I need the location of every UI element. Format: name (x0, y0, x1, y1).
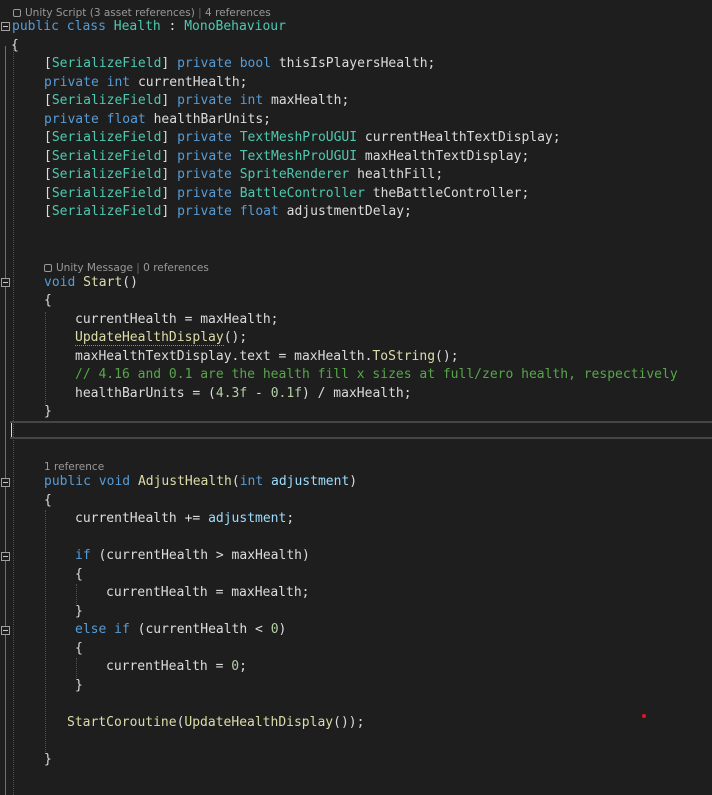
field-line: [SerializeField] private SpriteRenderer … (44, 167, 444, 182)
codelens-start[interactable]: Unity Message | 0 references (0, 261, 712, 275)
code-line: { (75, 567, 83, 582)
text-caret (11, 423, 12, 437)
code-line: currentHealth = 0; (106, 659, 247, 674)
code-line: healthBarUnits = (4.3f - 0.1f) / maxHeal… (75, 386, 412, 401)
code-line: { (75, 641, 83, 656)
code-line: currentHealth = maxHealth; (106, 585, 310, 600)
field-line: [SerializeField] private float adjustmen… (44, 204, 412, 219)
breakpoint-dot (642, 714, 646, 718)
code-line: currentHealth = maxHealth; (75, 312, 279, 327)
field-line: private int currentHealth; (44, 75, 248, 90)
code-line: } (44, 404, 52, 419)
code-comment: // 4.16 and 0.1 are the health fill x si… (75, 367, 678, 382)
code-line: } (75, 604, 83, 619)
unity-cube-icon (44, 264, 52, 272)
code-line: { (44, 293, 52, 308)
code-line-class-decl: public class Health : MonoBehaviour (12, 19, 286, 34)
code-line-coroutine: StartCoroutine(UpdateHealthDisplay()); (67, 715, 365, 730)
code-line: currentHealth += adjustment; (75, 511, 295, 526)
code-line: UpdateHealthDisplay(); (75, 330, 248, 346)
codelens-adjust[interactable]: 1 reference (0, 460, 712, 474)
code-line-open-brace: { (11, 38, 19, 53)
code-line: { (44, 493, 52, 508)
code-line-else-if: else if (currentHealth < 0) (75, 622, 287, 637)
unity-cube-icon (13, 9, 21, 17)
code-line: } (44, 752, 52, 767)
code-line: } (75, 678, 83, 693)
code-line: maxHealthTextDisplay.text = maxHealth.To… (75, 349, 459, 364)
code-line-if: if (currentHealth > maxHealth) (75, 548, 310, 563)
field-line: [SerializeField] private BattleControlle… (44, 186, 530, 201)
code-line-adjust-decl: public void AdjustHealth(int adjustment) (44, 474, 358, 489)
code-editor[interactable]: Unity Script (3 asset references) | 4 re… (0, 0, 712, 795)
field-line: [SerializeField] private TextMeshProUGUI… (44, 130, 561, 145)
field-line: [SerializeField] private int maxHealth; (44, 93, 350, 108)
field-line: private float healthBarUnits; (44, 112, 271, 127)
field-line: [SerializeField] private bool thisIsPlay… (44, 56, 436, 71)
field-line: [SerializeField] private TextMeshProUGUI… (44, 149, 530, 164)
current-line-highlight (10, 421, 712, 439)
code-line-start-decl: void Start() (44, 275, 138, 290)
